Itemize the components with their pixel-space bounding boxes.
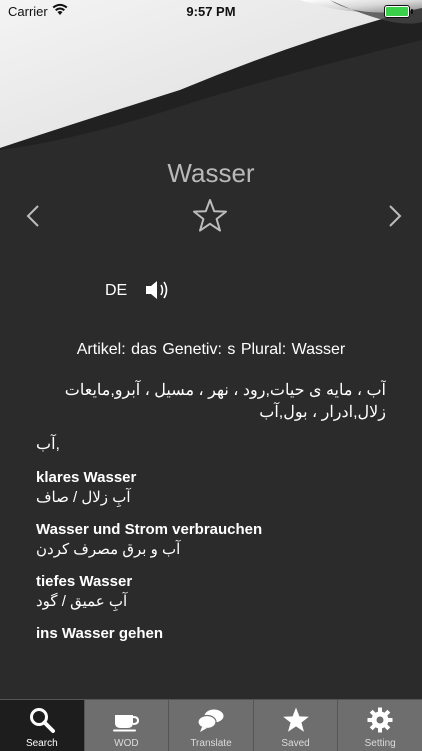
tab-label: WOD: [114, 738, 139, 749]
chat-bubbles-icon: [197, 708, 225, 732]
language-code: DE: [105, 282, 128, 299]
clock-time: 9:57 PM: [186, 4, 236, 19]
tab-bar: Search WOD Translate Saved Setting: [0, 699, 422, 751]
gear-icon: [367, 707, 393, 733]
favorite-star-icon[interactable]: [192, 198, 228, 234]
translation-line: آب ، مایه ی حیات,رود ، نهر ، مسیل ، آبرو…: [64, 382, 386, 399]
speaker-icon[interactable]: [143, 276, 171, 304]
tab-label: Search: [25, 738, 58, 749]
tab-label: Setting: [364, 738, 396, 749]
translation-line: آب,: [36, 436, 60, 453]
tab-translate[interactable]: Translate: [168, 700, 253, 751]
example-german: ins Wasser gehen: [36, 625, 163, 642]
tab-saved[interactable]: Saved: [252, 700, 338, 751]
tab-label: Saved: [281, 738, 310, 749]
example-item: klares Wasser آبِ زلال / صاف: [36, 468, 386, 508]
status-bar: Carrier 9:57 PM: [0, 0, 422, 22]
entry-content: آب ، مایه ی حیات,رود ، نهر ، مسیل ، آبرو…: [36, 380, 386, 656]
tab-search[interactable]: Search: [0, 700, 84, 751]
tab-setting[interactable]: Setting: [337, 700, 422, 751]
example-persian: آبِ زلال / صاف: [36, 489, 131, 506]
example-item: tiefes Wasser آبِ عمیق / گود: [36, 572, 386, 612]
entry-word: Wasser: [167, 158, 255, 188]
example-persian: آب و برق مصرف کردن: [36, 541, 181, 558]
grammar-info: Artikel: das Genetiv: s Plural: Wasser: [76, 341, 346, 358]
battery-icon: [384, 5, 413, 18]
example-item: Wasser und Strom verbrauchen آب و برق مص…: [36, 520, 386, 560]
star-icon: [282, 707, 309, 732]
next-entry-chevron-icon[interactable]: [382, 204, 406, 228]
tab-wod[interactable]: WOD: [83, 700, 169, 751]
example-persian: آبِ عمیق / گود: [36, 593, 128, 610]
example-german: tiefes Wasser: [36, 573, 133, 590]
tab-label: Translate: [190, 738, 232, 749]
page-curl-graphic: [0, 0, 422, 150]
translation-line: زلال,ادرار ، بول,آب: [259, 404, 386, 421]
example-item: ins Wasser gehen: [36, 624, 386, 644]
example-german: klares Wasser: [36, 469, 137, 486]
cup-icon: [113, 715, 140, 732]
example-german: Wasser und Strom verbrauchen: [36, 521, 263, 538]
previous-entry-chevron-icon[interactable]: [22, 204, 46, 228]
search-icon: [29, 708, 55, 733]
